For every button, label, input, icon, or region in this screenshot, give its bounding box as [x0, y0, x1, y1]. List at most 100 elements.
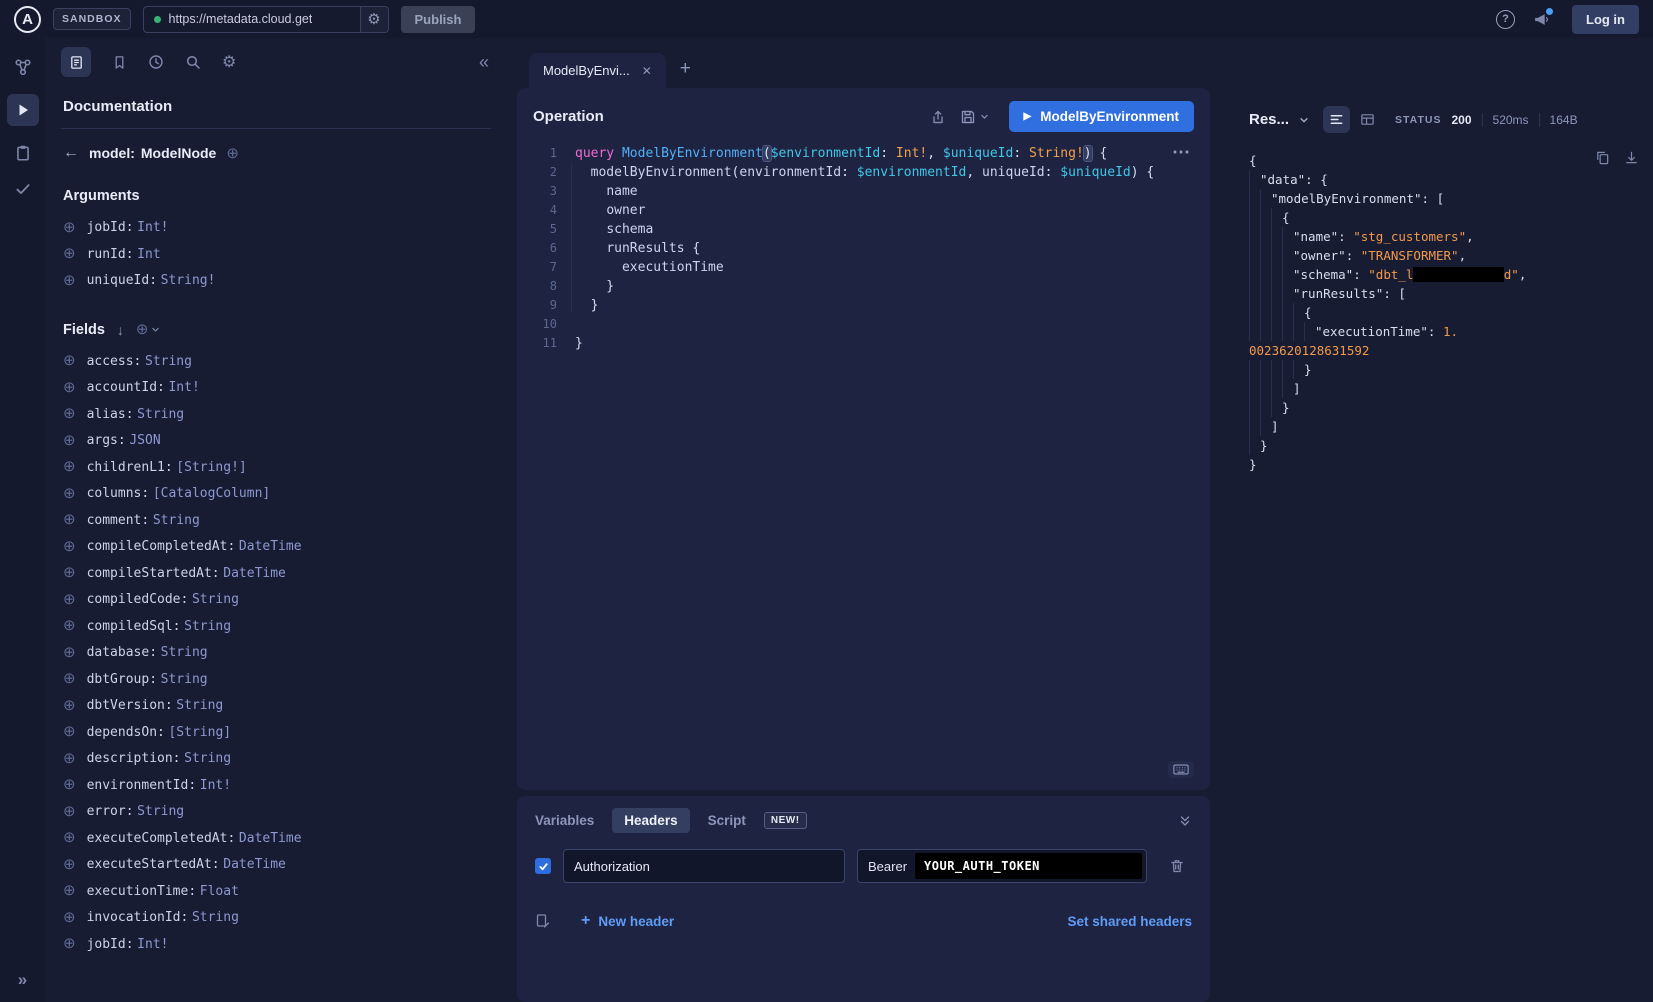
add-field-icon[interactable]: ⊕: [63, 592, 76, 607]
run-operation-button[interactable]: ▶ ModelByEnvironment: [1009, 101, 1194, 132]
add-field-icon[interactable]: ⊕: [63, 645, 76, 660]
field-row[interactable]: ⊕ jobId: Int!: [61, 931, 491, 958]
header-enabled-checkbox[interactable]: [535, 858, 551, 874]
field-row[interactable]: ⊕ args: JSON: [61, 427, 491, 454]
auth-token-chip[interactable]: YOUR_AUTH_TOKEN: [915, 853, 1142, 879]
download-response-icon[interactable]: [1624, 150, 1639, 165]
argument-row[interactable]: ⊕ uniqueId: String!: [61, 267, 491, 294]
add-field-icon[interactable]: ⊕: [63, 512, 76, 527]
field-row[interactable]: ⊕ environmentId: Int!: [61, 772, 491, 799]
add-field-icon[interactable]: ⊕: [63, 804, 76, 819]
add-field-icon[interactable]: ⊕: [63, 618, 76, 633]
collapse-docs-panel-icon[interactable]: «: [479, 52, 489, 73]
field-row[interactable]: ⊕ comment: String: [61, 507, 491, 534]
explorer-icon[interactable]: [7, 94, 39, 126]
help-icon[interactable]: ?: [1496, 10, 1515, 29]
clipboard-icon[interactable]: [14, 144, 32, 162]
back-arrow-icon[interactable]: ←: [63, 144, 79, 162]
apollo-logo[interactable]: A: [14, 6, 41, 33]
field-row[interactable]: ⊕ compiledSql: String: [61, 613, 491, 640]
operation-tab[interactable]: ModelByEnvi... ✕: [529, 53, 666, 88]
schema-graph-icon[interactable]: [14, 58, 32, 76]
field-row[interactable]: ⊕ dependsOn: [String]: [61, 719, 491, 746]
breadcrumb-type-name[interactable]: ModelNode: [141, 145, 216, 161]
add-field-icon[interactable]: ⊕: [63, 936, 76, 951]
field-row[interactable]: ⊕ database: String: [61, 639, 491, 666]
field-row[interactable]: ⊕ columns: [CatalogColumn]: [61, 480, 491, 507]
add-fields-icon[interactable]: ⊕: [226, 146, 239, 161]
add-field-icon[interactable]: ⊕: [63, 459, 76, 474]
checklist-icon[interactable]: [14, 180, 32, 198]
endpoint-url-input[interactable]: https://metadata.cloud.get: [143, 6, 361, 33]
field-row[interactable]: ⊕ alias: String: [61, 401, 491, 428]
sort-fields-icon[interactable]: ↓: [117, 322, 124, 338]
tab-script[interactable]: Script: [708, 808, 746, 833]
add-field-icon[interactable]: ⊕: [63, 433, 76, 448]
add-argument-icon[interactable]: ⊕: [63, 273, 76, 288]
keyboard-shortcuts-icon[interactable]: [1168, 761, 1194, 778]
header-value-input[interactable]: Bearer YOUR_AUTH_TOKEN: [857, 849, 1147, 883]
search-icon[interactable]: [185, 54, 201, 70]
response-table-view-icon[interactable]: [1360, 112, 1375, 127]
copy-response-icon[interactable]: [1595, 150, 1610, 165]
field-row[interactable]: ⊕ accountId: Int!: [61, 374, 491, 401]
add-argument-icon[interactable]: ⊕: [63, 246, 76, 261]
add-field-icon[interactable]: ⊕: [63, 539, 76, 554]
login-button[interactable]: Log in: [1572, 5, 1639, 34]
add-field-icon[interactable]: ⊕: [63, 353, 76, 368]
response-dropdown-chevron-icon[interactable]: [1299, 115, 1309, 125]
settings-gear-icon[interactable]: ⚙: [222, 52, 236, 72]
operation-editor[interactable]: 1query ModelByEnvironment($environmentId…: [517, 142, 1210, 353]
field-row[interactable]: ⊕ executeStartedAt: DateTime: [61, 851, 491, 878]
publish-button[interactable]: Publish: [401, 6, 476, 33]
header-name-input[interactable]: Authorization: [563, 849, 845, 883]
tab-variables[interactable]: Variables: [535, 808, 594, 833]
argument-row[interactable]: ⊕ runId: Int: [61, 241, 491, 268]
add-field-icon[interactable]: ⊕: [63, 380, 76, 395]
set-shared-headers-link[interactable]: Set shared headers: [1067, 914, 1192, 929]
announcements-icon[interactable]: [1533, 11, 1550, 28]
add-field-icon[interactable]: ⊕: [63, 724, 76, 739]
tab-headers[interactable]: Headers: [612, 808, 689, 833]
field-row[interactable]: ⊕ compileStartedAt: DateTime: [61, 560, 491, 587]
add-argument-icon[interactable]: ⊕: [63, 220, 76, 235]
connection-settings-gear-icon[interactable]: ⚙: [361, 6, 389, 33]
editor-overflow-menu-icon[interactable]: ⋯: [1172, 142, 1190, 163]
add-field-icon[interactable]: ⊕: [63, 857, 76, 872]
add-field-icon[interactable]: ⊕: [63, 830, 76, 845]
expand-rail-icon[interactable]: »: [0, 970, 45, 990]
field-row[interactable]: ⊕ invocationId: String: [61, 904, 491, 931]
response-pretty-view-icon[interactable]: [1323, 106, 1350, 133]
header-presets-icon[interactable]: [535, 913, 551, 929]
field-row[interactable]: ⊕ description: String: [61, 745, 491, 772]
field-row[interactable]: ⊕ compileCompletedAt: DateTime: [61, 533, 491, 560]
add-field-icon[interactable]: ⊕: [63, 751, 76, 766]
field-row[interactable]: ⊕ access: String: [61, 348, 491, 375]
response-json-viewer[interactable]: {"data": {"modelByEnvironment": [{"name"…: [1249, 151, 1643, 474]
add-field-icon[interactable]: ⊕: [63, 777, 76, 792]
documentation-tab-icon[interactable]: [61, 47, 91, 77]
add-field-icon[interactable]: ⊕: [63, 486, 76, 501]
save-operation-button[interactable]: [960, 109, 989, 125]
delete-header-icon[interactable]: [1169, 858, 1185, 874]
share-operation-icon[interactable]: [930, 109, 946, 125]
close-tab-icon[interactable]: ✕: [642, 64, 652, 78]
field-row[interactable]: ⊕ error: String: [61, 798, 491, 825]
add-field-icon[interactable]: ⊕: [63, 671, 76, 686]
history-icon[interactable]: [148, 54, 164, 70]
field-row[interactable]: ⊕ childrenL1: [String!]: [61, 454, 491, 481]
field-row[interactable]: ⊕ dbtVersion: String: [61, 692, 491, 719]
add-field-icon[interactable]: ⊕: [63, 883, 76, 898]
field-row[interactable]: ⊕ compiledCode: String: [61, 586, 491, 613]
add-all-fields-button[interactable]: ⊕: [136, 322, 161, 337]
add-field-icon[interactable]: ⊕: [63, 910, 76, 925]
add-field-icon[interactable]: ⊕: [63, 698, 76, 713]
field-row[interactable]: ⊕ executeCompletedAt: DateTime: [61, 825, 491, 852]
new-tab-button[interactable]: +: [680, 58, 691, 80]
add-field-icon[interactable]: ⊕: [63, 565, 76, 580]
field-row[interactable]: ⊕ dbtGroup: String: [61, 666, 491, 693]
collapse-request-panel-icon[interactable]: [1178, 814, 1192, 828]
new-header-button[interactable]: + New header: [581, 913, 674, 929]
field-row[interactable]: ⊕ executionTime: Float: [61, 878, 491, 905]
add-field-icon[interactable]: ⊕: [63, 406, 76, 421]
